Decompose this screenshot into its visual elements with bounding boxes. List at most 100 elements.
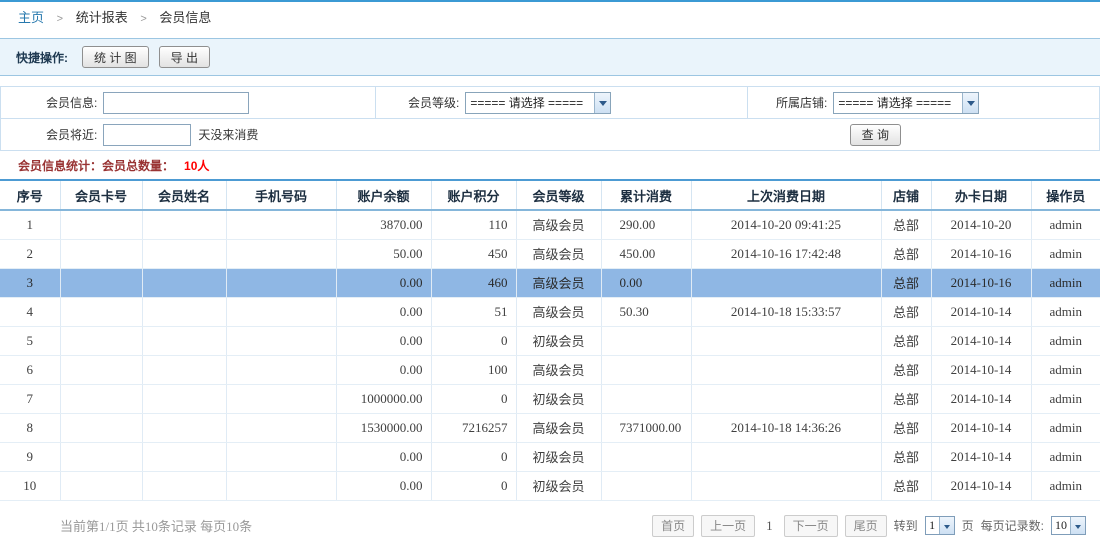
table-cell bbox=[60, 442, 142, 471]
export-button[interactable]: 导 出 bbox=[159, 46, 210, 68]
prev-page-button[interactable]: 上一页 bbox=[701, 515, 755, 537]
table-cell: 总部 bbox=[881, 326, 931, 355]
table-cell: 总部 bbox=[881, 413, 931, 442]
statistics-chart-button[interactable]: 统 计 图 bbox=[82, 46, 149, 68]
table-cell: 2014-10-16 bbox=[931, 268, 1031, 297]
table-cell: 2014-10-18 14:36:26 bbox=[691, 413, 881, 442]
table-row[interactable]: 81530000.007216257高级会员7371000.002014-10-… bbox=[0, 413, 1100, 442]
table-cell bbox=[601, 326, 691, 355]
goto-page-value: 1 bbox=[926, 518, 939, 533]
breadcrumb-reports-link[interactable]: 统计报表 bbox=[76, 10, 128, 25]
query-button[interactable]: 查 询 bbox=[850, 124, 901, 146]
table-cell bbox=[601, 471, 691, 500]
column-header: 办卡日期 bbox=[931, 181, 1031, 210]
table-cell bbox=[142, 413, 226, 442]
member-recent-label: 会员将近: bbox=[46, 126, 97, 143]
table-cell: 高级会员 bbox=[516, 413, 601, 442]
table-cell: 3870.00 bbox=[336, 210, 431, 239]
table-cell: 3 bbox=[0, 268, 60, 297]
goto-page-select[interactable]: 1 bbox=[925, 516, 955, 535]
table-cell: 总部 bbox=[881, 442, 931, 471]
table-cell: 2014-10-16 17:42:48 bbox=[691, 239, 881, 268]
table-cell bbox=[60, 297, 142, 326]
table-cell bbox=[691, 268, 881, 297]
table-cell bbox=[691, 355, 881, 384]
table-row[interactable]: 90.000初级会员总部2014-10-14admin bbox=[0, 442, 1100, 471]
pagination-controls: 首页 上一页 1 下一页 尾页 转到 1 页 每页记录数: 10 bbox=[652, 515, 1086, 537]
page-size-select[interactable]: 10 bbox=[1051, 516, 1086, 535]
filter-row-1: 会员信息: 会员等级: ===== 请选择 ===== 所属店铺: ===== … bbox=[1, 87, 1099, 118]
table-cell bbox=[226, 471, 336, 500]
breadcrumb-home-link[interactable]: 主页 bbox=[18, 10, 44, 25]
table-cell: 0.00 bbox=[336, 326, 431, 355]
table-row[interactable]: 30.00460高级会员0.00总部2014-10-16admin bbox=[0, 268, 1100, 297]
table-row[interactable]: 50.000初级会员总部2014-10-14admin bbox=[0, 326, 1100, 355]
table-cell: 450 bbox=[431, 239, 516, 268]
table-cell: 2014-10-14 bbox=[931, 442, 1031, 471]
days-without-consumption-input[interactable] bbox=[103, 124, 191, 146]
next-page-button[interactable]: 下一页 bbox=[784, 515, 838, 537]
table-cell: 0 bbox=[431, 326, 516, 355]
table-row[interactable]: 71000000.000初级会员总部2014-10-14admin bbox=[0, 384, 1100, 413]
table-cell: 高级会员 bbox=[516, 268, 601, 297]
table-cell bbox=[142, 355, 226, 384]
member-level-select[interactable]: ===== 请选择 ===== bbox=[465, 92, 611, 114]
table-cell: 8 bbox=[0, 413, 60, 442]
last-page-button[interactable]: 尾页 bbox=[845, 515, 887, 537]
table-cell: admin bbox=[1031, 442, 1100, 471]
table-cell: 6 bbox=[0, 355, 60, 384]
shop-select[interactable]: ===== 请选择 ===== bbox=[833, 92, 979, 114]
table-row[interactable]: 40.0051高级会员50.302014-10-18 15:33:57总部201… bbox=[0, 297, 1100, 326]
pagination-footer: 当前第1/1页 共10条记录 每页10条 首页 上一页 1 下一页 尾页 转到 … bbox=[0, 501, 1100, 551]
table-cell bbox=[691, 384, 881, 413]
table-cell bbox=[142, 268, 226, 297]
column-header: 账户余额 bbox=[336, 181, 431, 210]
table-cell bbox=[226, 413, 336, 442]
records-summary: 当前第1/1页 共10条记录 每页10条 bbox=[60, 516, 252, 535]
table-cell bbox=[226, 268, 336, 297]
member-info-input[interactable] bbox=[103, 92, 249, 114]
table-row[interactable]: 60.00100高级会员总部2014-10-14admin bbox=[0, 355, 1100, 384]
table-cell: 9 bbox=[0, 442, 60, 471]
page-size-value: 10 bbox=[1052, 518, 1070, 533]
table-cell: 2014-10-14 bbox=[931, 471, 1031, 500]
page: 主页 > 统计报表 > 会员信息 快捷操作: 统 计 图 导 出 会员信息: 会… bbox=[0, 0, 1100, 551]
table-row[interactable]: 100.000初级会员总部2014-10-14admin bbox=[0, 471, 1100, 500]
table-cell: admin bbox=[1031, 268, 1100, 297]
table-cell bbox=[60, 384, 142, 413]
table-cell: 0 bbox=[431, 384, 516, 413]
member-level-label: 会员等级: bbox=[408, 94, 459, 111]
column-header: 店铺 bbox=[881, 181, 931, 210]
table-cell: 50.00 bbox=[336, 239, 431, 268]
table-cell bbox=[601, 384, 691, 413]
table-cell: 450.00 bbox=[601, 239, 691, 268]
table-cell: 5 bbox=[0, 326, 60, 355]
table-row[interactable]: 250.00450高级会员450.002014-10-16 17:42:48总部… bbox=[0, 239, 1100, 268]
table-cell: 总部 bbox=[881, 239, 931, 268]
table-cell bbox=[142, 326, 226, 355]
column-header: 累计消费 bbox=[601, 181, 691, 210]
table-row[interactable]: 13870.00110高级会员290.002014-10-20 09:41:25… bbox=[0, 210, 1100, 239]
table-cell: admin bbox=[1031, 471, 1100, 500]
member-total-count: 10人 bbox=[184, 157, 209, 174]
table-cell: 2014-10-14 bbox=[931, 384, 1031, 413]
column-header: 手机号码 bbox=[226, 181, 336, 210]
table-cell bbox=[60, 268, 142, 297]
table-cell bbox=[226, 384, 336, 413]
table-cell: 0 bbox=[431, 442, 516, 471]
days-suffix-label: 天没来消费 bbox=[198, 126, 258, 143]
table-cell: 7 bbox=[0, 384, 60, 413]
table-cell: 7371000.00 bbox=[601, 413, 691, 442]
first-page-button[interactable]: 首页 bbox=[652, 515, 694, 537]
table-cell: 2014-10-14 bbox=[931, 326, 1031, 355]
table-cell: admin bbox=[1031, 297, 1100, 326]
table-cell: 高级会员 bbox=[516, 239, 601, 268]
page-size-label: 每页记录数: bbox=[981, 517, 1044, 534]
member-info-label: 会员信息: bbox=[46, 94, 97, 111]
table-cell: admin bbox=[1031, 326, 1100, 355]
member-level-select-value: ===== 请选择 ===== bbox=[466, 94, 583, 111]
quick-actions-label: 快捷操作: bbox=[16, 49, 68, 66]
table-cell bbox=[60, 355, 142, 384]
shop-filter: 所属店铺: ===== 请选择 ===== bbox=[748, 87, 1099, 118]
shop-label: 所属店铺: bbox=[776, 94, 827, 111]
